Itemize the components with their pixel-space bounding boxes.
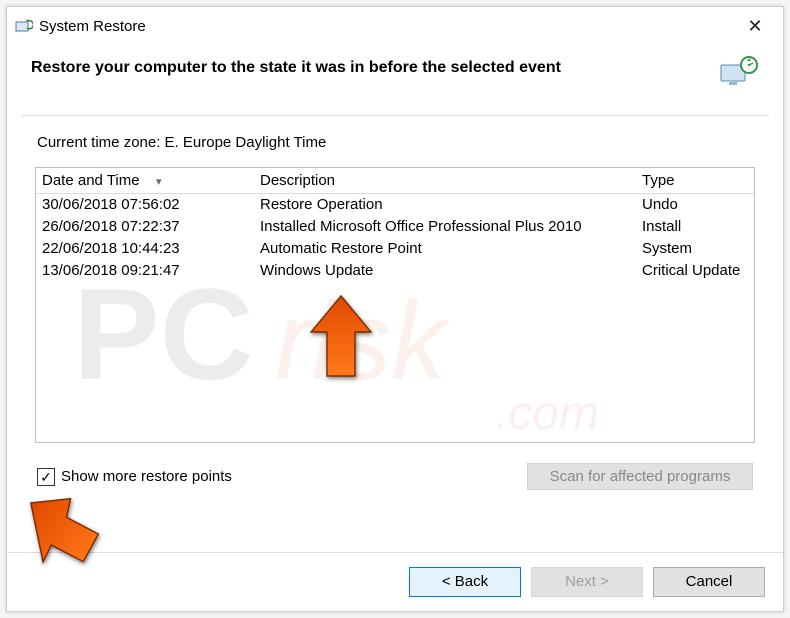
restore-point-table[interactable]: Date and Time ▾ Description Type 30/06/2… [35,167,755,443]
cell-description: Installed Microsoft Office Professional … [254,216,636,238]
header: Restore your computer to the state it wa… [7,45,783,103]
table-header: Date and Time ▾ Description Type [36,168,754,194]
back-button[interactable]: < Back [409,567,521,597]
table-row[interactable]: 26/06/2018 07:22:37Installed Microsoft O… [36,216,754,238]
cell-date: 13/06/2018 09:21:47 [36,260,254,282]
next-button: Next > [531,567,643,597]
column-date-label: Date and Time [42,172,140,189]
cell-date: 26/06/2018 07:22:37 [36,216,254,238]
checkbox-icon: ✓ [37,468,55,486]
titlebar: System Restore ✕ [7,7,783,45]
page-title: Restore your computer to the state it wa… [31,59,711,77]
close-button[interactable]: ✕ [733,16,777,37]
cell-date: 22/06/2018 10:44:23 [36,238,254,260]
cell-description: Windows Update [254,260,636,282]
column-date[interactable]: Date and Time ▾ [36,168,254,193]
show-more-checkbox[interactable]: ✓ Show more restore points [37,468,232,486]
cell-description: Restore Operation [254,194,636,216]
table-body: 30/06/2018 07:56:02Restore OperationUndo… [36,194,754,282]
column-description[interactable]: Description [254,168,636,193]
show-more-label: Show more restore points [61,468,232,485]
system-restore-window: System Restore ✕ Restore your computer t… [6,6,784,612]
cell-date: 30/06/2018 07:56:02 [36,194,254,216]
cell-type: Undo [636,194,754,216]
column-type[interactable]: Type [636,168,754,193]
content-area: Current time zone: E. Europe Daylight Ti… [21,115,769,552]
scan-affected-button[interactable]: Scan for affected programs [527,463,753,490]
timezone-label: Current time zone: E. Europe Daylight Ti… [37,134,755,151]
table-row[interactable]: 13/06/2018 09:21:47Windows UpdateCritica… [36,260,754,282]
lower-controls: ✓ Show more restore points Scan for affe… [35,463,755,490]
cell-type: Critical Update [636,260,754,282]
cell-type: Install [636,216,754,238]
table-row[interactable]: 30/06/2018 07:56:02Restore OperationUndo [36,194,754,216]
table-row[interactable]: 22/06/2018 10:44:23Automatic Restore Poi… [36,238,754,260]
cell-description: Automatic Restore Point [254,238,636,260]
window-title: System Restore [39,18,733,35]
wizard-footer: < Back Next > Cancel [7,552,783,611]
system-restore-icon [15,17,33,35]
sort-desc-icon: ▾ [156,169,162,195]
cancel-button[interactable]: Cancel [653,567,765,597]
cell-type: System [636,238,754,260]
restore-decor-icon [719,55,759,89]
